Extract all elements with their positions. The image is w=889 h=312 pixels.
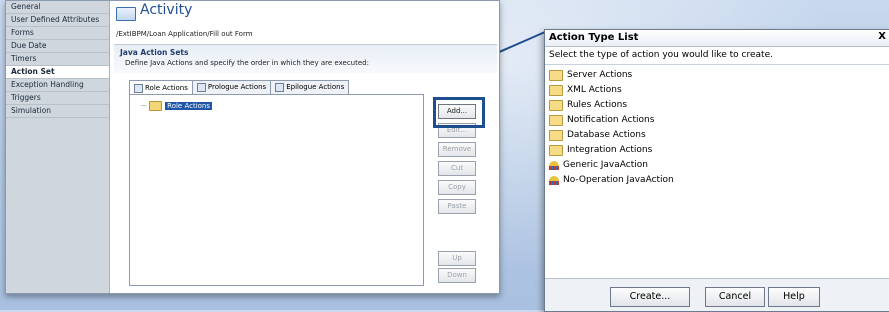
copy-button[interactable]: Copy	[438, 180, 476, 195]
folder-icon	[549, 100, 563, 111]
cancel-button[interactable]: Cancel	[705, 287, 765, 307]
down-button[interactable]: Down	[438, 268, 476, 283]
actions-tree[interactable]: ····· Role Actions	[129, 94, 424, 286]
folder-icon	[549, 145, 563, 156]
property-nav: General User Defined Attributes Forms Du…	[6, 1, 110, 293]
nav-item-simulation[interactable]: Simulation	[6, 105, 109, 118]
paste-button[interactable]: Paste	[438, 199, 476, 214]
tab-label: Role Actions	[145, 83, 188, 92]
activity-properties-panel: General User Defined Attributes Forms Du…	[5, 0, 500, 294]
up-button[interactable]: Up	[438, 251, 476, 266]
folder-icon	[549, 70, 563, 81]
nav-item-action-set[interactable]: Action Set	[6, 66, 109, 79]
activity-icon	[116, 7, 136, 21]
list-item-notification-actions[interactable]: Notification Actions	[549, 113, 674, 128]
action-set-icon	[196, 83, 206, 92]
nav-item-general[interactable]: General	[6, 1, 109, 14]
cut-button[interactable]: Cut	[438, 161, 476, 176]
remove-button[interactable]: Remove	[438, 142, 476, 157]
nav-item-triggers[interactable]: Triggers	[6, 92, 109, 105]
list-item-integration-actions[interactable]: Integration Actions	[549, 143, 674, 158]
help-button[interactable]: Help	[768, 287, 820, 307]
nav-item-due-date[interactable]: Due Date	[6, 40, 109, 53]
list-item-label: No-Operation JavaAction	[563, 175, 674, 185]
action-type-list-dialog: Action Type List X Select the type of ac…	[544, 29, 889, 312]
breadcrumb: /ExtIBPM/Loan Application/Fill out Form	[116, 30, 253, 38]
tab-label: Epilogue Actions	[286, 83, 345, 91]
list-item-xml-actions[interactable]: XML Actions	[549, 83, 674, 98]
action-type-list: Server Actions XML Actions Rules Actions…	[549, 68, 674, 188]
list-item-generic-javaaction[interactable]: Generic JavaAction	[549, 158, 674, 173]
list-item-label: Integration Actions	[567, 145, 653, 155]
list-item-label: Rules Actions	[567, 100, 628, 110]
tree-item-label: Role Actions	[165, 102, 213, 110]
list-item-label: Notification Actions	[567, 115, 655, 125]
instruction-bar: Select the type of action you would like…	[545, 47, 889, 65]
java-action-icon	[549, 175, 559, 186]
folder-icon	[549, 85, 563, 96]
tree-connector: ·····	[140, 102, 147, 110]
add-button-highlight	[433, 97, 485, 128]
section-description: Define Java Actions and specify the orde…	[125, 59, 369, 67]
section-title: Java Action Sets	[120, 48, 189, 57]
java-action-icon	[549, 160, 559, 171]
list-item-label: XML Actions	[567, 85, 622, 95]
list-item-rules-actions[interactable]: Rules Actions	[549, 98, 674, 113]
action-set-content: Activity /ExtIBPM/Loan Application/Fill …	[112, 1, 499, 293]
dialog-titlebar[interactable]: Action Type List X	[545, 30, 889, 47]
page-title: Activity	[140, 2, 193, 18]
dialog-footer: Create... Cancel Help	[545, 278, 889, 311]
list-item-no-operation-javaaction[interactable]: No-Operation JavaAction	[549, 173, 674, 188]
list-item-label: Server Actions	[567, 70, 633, 80]
tab-prologue-actions[interactable]: Prologue Actions	[191, 80, 272, 94]
folder-icon	[549, 130, 563, 141]
tab-epilogue-actions[interactable]: Epilogue Actions	[270, 80, 350, 94]
list-item-label: Database Actions	[567, 130, 646, 140]
list-item-label: Generic JavaAction	[563, 160, 648, 170]
instruction-text: Select the type of action you would like…	[549, 50, 773, 60]
list-item-database-actions[interactable]: Database Actions	[549, 128, 674, 143]
folder-icon	[149, 101, 163, 111]
tab-role-actions[interactable]: Role Actions	[129, 80, 193, 95]
create-button[interactable]: Create...	[610, 287, 690, 307]
tab-label: Prologue Actions	[207, 83, 267, 91]
close-icon[interactable]: X	[878, 31, 886, 42]
list-item-server-actions[interactable]: Server Actions	[549, 68, 674, 83]
nav-item-timers[interactable]: Timers	[6, 53, 109, 66]
action-set-icon	[275, 83, 285, 92]
nav-item-user-defined-attributes[interactable]: User Defined Attributes	[6, 14, 109, 27]
action-tabs: Role Actions Prologue Actions Epilogue A…	[129, 80, 350, 95]
tree-item-role-actions[interactable]: ····· Role Actions	[140, 101, 213, 111]
dialog-title: Action Type List	[549, 32, 639, 43]
folder-icon	[549, 115, 563, 126]
action-set-icon	[134, 83, 143, 93]
nav-item-exception-handling[interactable]: Exception Handling	[6, 79, 109, 92]
nav-item-forms[interactable]: Forms	[6, 27, 109, 40]
